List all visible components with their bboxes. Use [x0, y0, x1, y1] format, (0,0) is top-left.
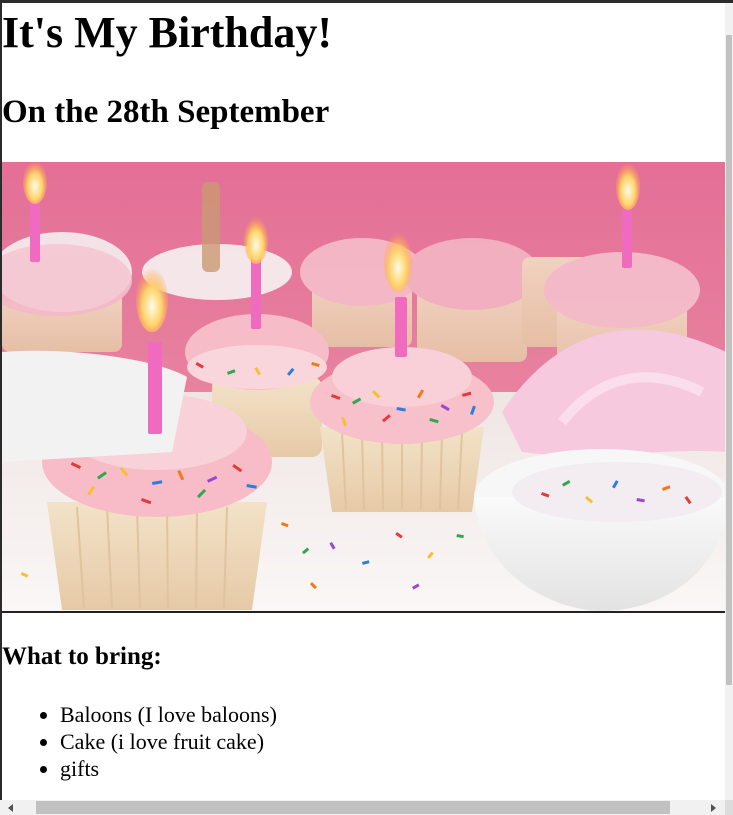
scrollbar-corner — [725, 800, 733, 815]
list-item: Cake (i love fruit cake) — [40, 728, 277, 755]
page-content: It's My Birthday! On the 28th September — [2, 3, 725, 800]
horizontal-scrollbar-thumb[interactable] — [36, 801, 670, 814]
vertical-scrollbar[interactable] — [725, 3, 733, 800]
bring-list: Baloons (I love baloons) Cake (i love fr… — [40, 701, 277, 782]
cupcakes-photo-illustration — [2, 162, 725, 611]
page-subtitle: On the 28th September — [2, 94, 330, 130]
birthday-cupcakes-image — [2, 162, 725, 613]
scroll-left-arrow-icon[interactable] — [8, 804, 13, 812]
page-title: It's My Birthday! — [2, 8, 332, 57]
vertical-scrollbar-thumb[interactable] — [726, 35, 732, 685]
bring-heading: What to bring: — [2, 643, 162, 670]
list-item: Baloons (I love baloons) — [40, 702, 277, 727]
horizontal-scrollbar[interactable] — [0, 800, 725, 815]
scroll-right-arrow-icon[interactable] — [711, 804, 716, 812]
list-item: gifts — [40, 755, 277, 782]
